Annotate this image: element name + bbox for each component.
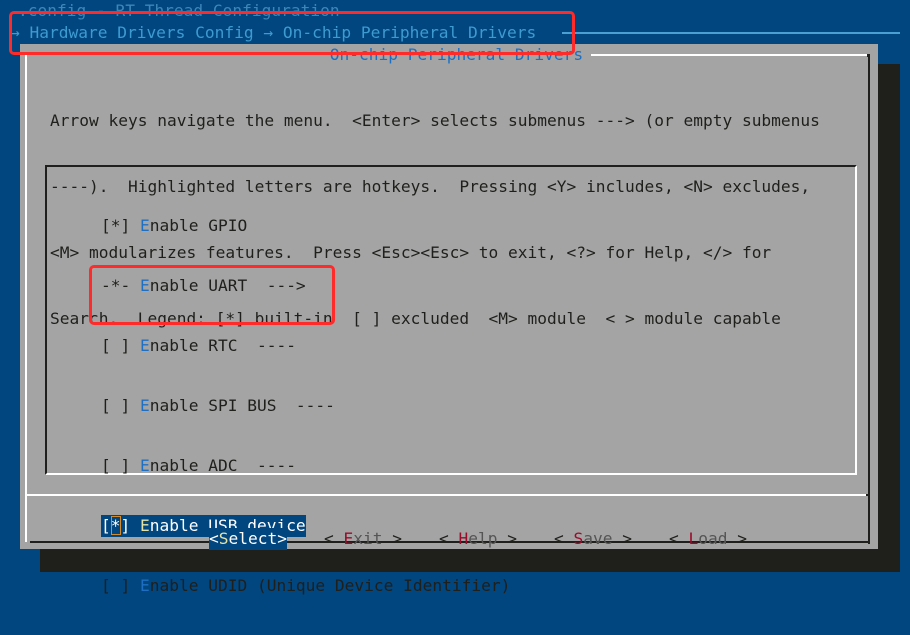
item-label: nable UDID (Unique Device Identifier) bbox=[149, 576, 511, 595]
item-hotkey: E bbox=[140, 456, 150, 475]
item-hotkey: E bbox=[140, 396, 150, 415]
item-hotkey: E bbox=[140, 576, 150, 595]
item-label: nable ADC ---- bbox=[149, 456, 296, 475]
item-state[interactable]: [*] bbox=[101, 216, 130, 235]
menu-item-rtc[interactable]: [ ] Enable RTC ---- bbox=[101, 335, 510, 357]
annotation-box-usb bbox=[89, 265, 335, 325]
dialog-frame-left bbox=[25, 54, 27, 498]
button-separator-end bbox=[866, 494, 870, 496]
dialog-frame-right bbox=[868, 56, 870, 544]
menu-item-spi-bus[interactable]: [ ] Enable SPI BUS ---- bbox=[101, 395, 510, 417]
item-label: nable RTC ---- bbox=[149, 336, 296, 355]
item-label: nable GPIO bbox=[149, 216, 248, 235]
item-hotkey: E bbox=[140, 216, 150, 235]
annotation-box-breadcrumb bbox=[9, 11, 575, 55]
button-bar: <Select> < Exit > < Help > < Save > < Load > bbox=[170, 506, 784, 572]
help-button[interactable]: < Help > bbox=[439, 528, 517, 550]
dialog-frame-top bbox=[591, 54, 869, 56]
breadcrumb-rule bbox=[562, 32, 900, 34]
item-state[interactable]: [*] bbox=[101, 516, 130, 535]
item-label: nable SPI BUS ---- bbox=[149, 396, 335, 415]
save-button[interactable]: < Save > bbox=[554, 528, 632, 550]
item-state[interactable]: [ ] bbox=[101, 336, 130, 355]
menu-item-gpio[interactable]: [*] Enable GPIO bbox=[101, 215, 510, 237]
item-hotkey: E bbox=[140, 516, 150, 535]
help-line: Arrow keys navigate the menu. <Enter> se… bbox=[50, 111, 820, 130]
exit-button[interactable]: < Exit > bbox=[324, 528, 402, 550]
item-state[interactable]: [ ] bbox=[101, 456, 130, 475]
item-state[interactable]: [ ] bbox=[101, 576, 130, 595]
item-hotkey: E bbox=[140, 336, 150, 355]
menu-item-adc[interactable]: [ ] Enable ADC ---- bbox=[101, 455, 510, 477]
select-button[interactable]: <Select> bbox=[208, 528, 287, 550]
load-button[interactable]: < Load > bbox=[669, 528, 747, 550]
item-state[interactable]: [ ] bbox=[101, 396, 130, 415]
dialog-frame-left-low bbox=[25, 498, 27, 542]
text-cursor: * bbox=[110, 516, 121, 535]
